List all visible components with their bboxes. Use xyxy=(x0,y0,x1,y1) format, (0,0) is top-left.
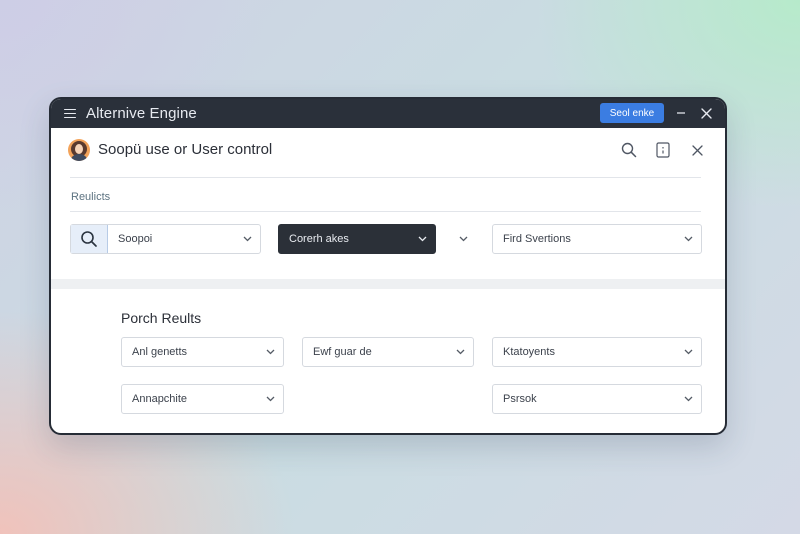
dark-select-value: Corerh akes xyxy=(289,233,349,245)
results-select-value: Ktatoyents xyxy=(503,346,555,358)
title-action-button[interactable]: Seol enke xyxy=(600,103,664,123)
results-select-value: Ewf guar de xyxy=(313,346,372,358)
chevron-down-icon xyxy=(675,236,701,242)
results-select[interactable]: Annapchite xyxy=(121,384,284,414)
chevron-down-icon xyxy=(675,396,701,402)
document-icon[interactable] xyxy=(653,140,673,160)
results-select[interactable]: Ewf guar de xyxy=(302,337,474,367)
results-title: Porch Reults xyxy=(121,310,202,326)
avatar[interactable] xyxy=(68,139,90,161)
search-icon[interactable] xyxy=(619,140,639,160)
section-band xyxy=(51,279,725,289)
filters-label: Reulicts xyxy=(71,191,111,203)
results-select-value: Psrsok xyxy=(503,393,537,405)
dark-select[interactable]: Corerh akes xyxy=(278,224,436,254)
close-icon[interactable] xyxy=(696,103,716,123)
results-select[interactable]: Anl genetts xyxy=(121,337,284,367)
title-bar: Alternive Engine Seol enke xyxy=(51,99,725,128)
chevron-down-icon xyxy=(409,236,435,242)
results-select-value: Anl genetts xyxy=(132,346,188,358)
page-header: Soopü use or User control xyxy=(51,128,725,174)
chevron-down-icon xyxy=(257,396,283,402)
results-select[interactable]: Psrsok xyxy=(492,384,702,414)
hamburger-icon[interactable] xyxy=(64,108,76,119)
results-select[interactable]: Ktatoyents xyxy=(492,337,702,367)
search-field[interactable]: Soopoi xyxy=(70,224,261,254)
right-select[interactable]: Fird Svertions xyxy=(492,224,702,254)
search-input[interactable]: Soopoi xyxy=(108,233,234,245)
right-select-value: Fird Svertions xyxy=(503,233,571,245)
filters-divider xyxy=(70,211,701,212)
minimize-icon[interactable] xyxy=(671,103,691,123)
app-window: Alternive Engine Seol enke Soopü use or … xyxy=(49,97,727,435)
search-button[interactable] xyxy=(71,225,108,253)
app-title: Alternive Engine xyxy=(86,105,197,122)
page-title: Soopü use or User control xyxy=(98,141,273,158)
chevron-down-icon[interactable] xyxy=(453,229,473,249)
chevron-down-icon xyxy=(234,236,260,242)
header-divider xyxy=(70,177,701,178)
chevron-down-icon xyxy=(257,349,283,355)
chevron-down-icon xyxy=(675,349,701,355)
search-icon xyxy=(81,231,97,247)
results-select-value: Annapchite xyxy=(132,393,188,405)
chevron-down-icon xyxy=(447,349,473,355)
close-panel-icon[interactable] xyxy=(687,140,707,160)
